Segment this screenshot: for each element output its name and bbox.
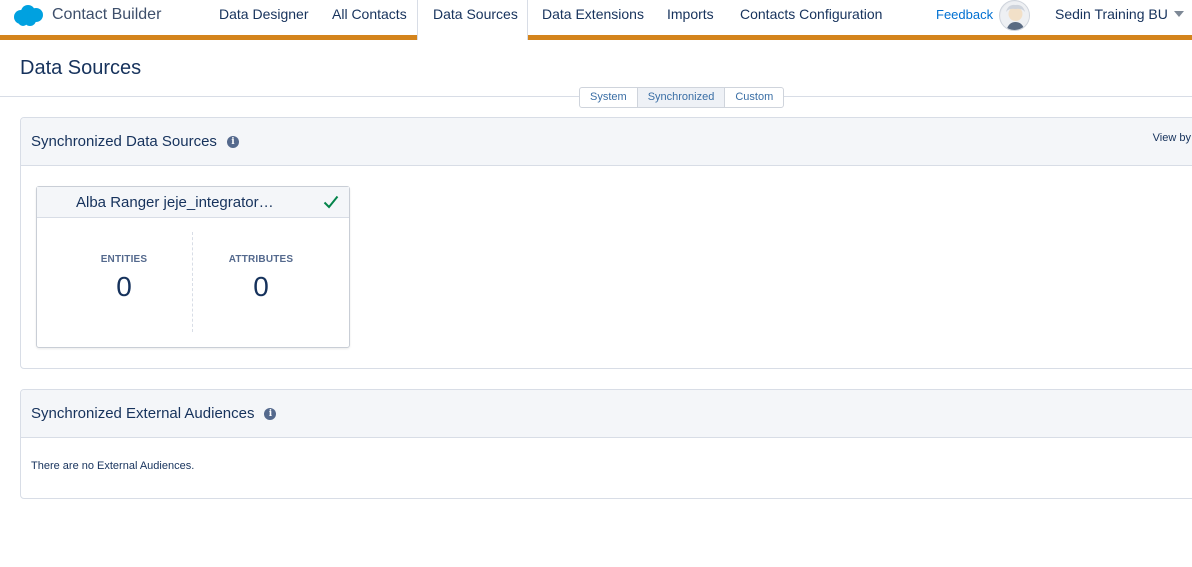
panel-title-wrapper: Synchronized External Audiences i bbox=[31, 405, 277, 422]
nav-tab-data-designer[interactable]: Data Designer bbox=[219, 6, 309, 22]
synchronized-data-sources-panel: Synchronized Data Sources i View by Alba … bbox=[20, 117, 1192, 369]
nav-tab-imports[interactable]: Imports bbox=[667, 6, 714, 22]
business-unit-label: Sedin Training BU bbox=[1055, 6, 1168, 22]
feedback-link[interactable]: Feedback bbox=[936, 7, 993, 22]
app-title[interactable]: Contact Builder bbox=[52, 6, 161, 24]
chevron-down-icon bbox=[1173, 11, 1184, 17]
nav-tab-data-extensions[interactable]: Data Extensions bbox=[542, 6, 644, 22]
attributes-label: ATTRIBUTES bbox=[228, 254, 294, 265]
entities-label: ENTITIES bbox=[100, 254, 148, 265]
data-source-name[interactable]: Alba Ranger jeje_integrator… bbox=[76, 194, 281, 211]
stat-divider bbox=[192, 232, 193, 332]
user-avatar[interactable] bbox=[999, 0, 1030, 31]
data-source-card[interactable]: Alba Ranger jeje_integrator… ENTITIES 0 … bbox=[36, 186, 350, 348]
data-source-type-toggle: System Synchronized Custom bbox=[579, 87, 785, 108]
info-icon[interactable]: i bbox=[264, 408, 277, 420]
info-icon[interactable]: i bbox=[226, 136, 239, 148]
synchronized-external-audiences-panel: Synchronized External Audiences i There a… bbox=[20, 389, 1192, 499]
nav-tab-all-contacts[interactable]: All Contacts bbox=[332, 6, 407, 22]
entities-value: 0 bbox=[116, 271, 132, 302]
check-icon bbox=[323, 195, 339, 209]
toggle-synchronized[interactable]: Synchronized bbox=[637, 88, 726, 107]
attributes-stat: ATTRIBUTES 0 bbox=[201, 254, 321, 303]
toggle-custom[interactable]: Custom bbox=[725, 88, 783, 107]
panel-header: Synchronized Data Sources i View by bbox=[21, 118, 1192, 166]
toggle-system[interactable]: System bbox=[580, 88, 638, 107]
nav-tab-contacts-configuration[interactable]: Contacts Configuration bbox=[740, 6, 882, 22]
avatar-image bbox=[1000, 1, 1029, 30]
synchronized-data-sources-title: Synchronized Data Sources bbox=[31, 133, 217, 150]
page-title: Data Sources bbox=[20, 57, 142, 79]
business-unit-selector[interactable]: Sedin Training BU bbox=[1055, 6, 1184, 22]
panel-header: Synchronized External Audiences i bbox=[21, 390, 1192, 438]
empty-state-message: There are no External Audiences. bbox=[31, 460, 195, 472]
salesforce-cloud-logo[interactable] bbox=[12, 4, 45, 27]
view-by-control[interactable]: View by bbox=[1153, 132, 1191, 144]
attributes-value: 0 bbox=[253, 271, 269, 302]
panel-title-wrapper: Synchronized Data Sources i bbox=[31, 133, 239, 150]
card-header: Alba Ranger jeje_integrator… bbox=[37, 187, 349, 218]
nav-accent-bar bbox=[0, 35, 1192, 40]
top-navigation-bar: Contact Builder Data Designer All Contac… bbox=[0, 0, 1192, 40]
external-audiences-title: Synchronized External Audiences bbox=[31, 405, 255, 422]
nav-tab-data-sources[interactable]: Data Sources bbox=[417, 0, 528, 40]
entities-stat: ENTITIES 0 bbox=[64, 254, 184, 303]
